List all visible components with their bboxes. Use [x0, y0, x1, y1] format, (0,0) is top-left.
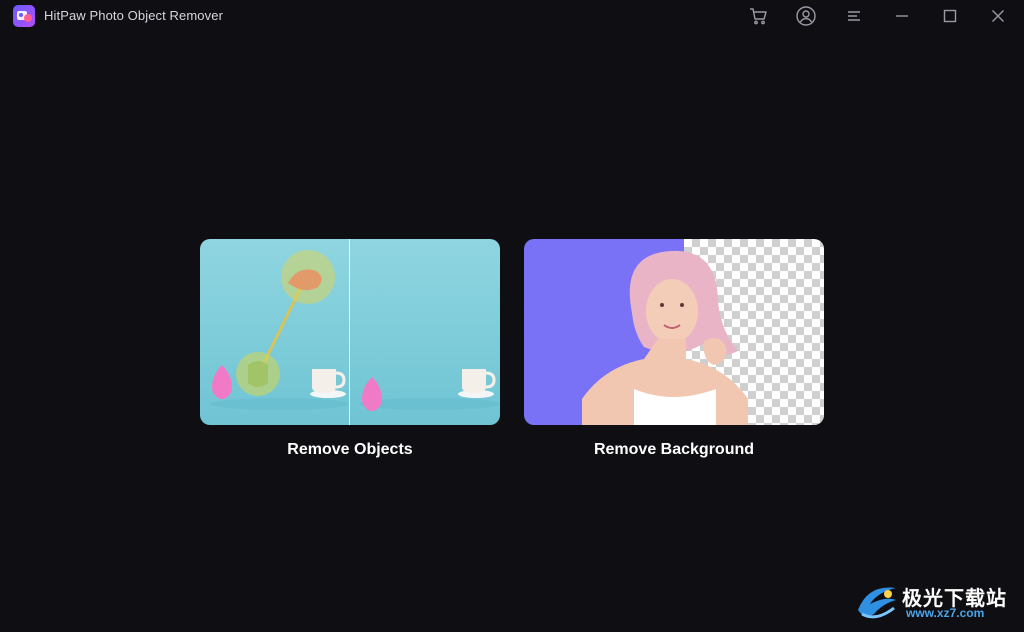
- app-logo-icon: [12, 4, 36, 28]
- remove-objects-preview-image: [200, 239, 500, 425]
- watermark: 极光下载站 www.xz7.com: [854, 580, 1014, 626]
- account-icon[interactable]: [794, 4, 818, 28]
- remove-background-label: Remove Background: [593, 441, 755, 458]
- minimize-icon[interactable]: [890, 4, 914, 28]
- watermark-logo-icon: [858, 587, 896, 619]
- close-icon[interactable]: [986, 4, 1010, 28]
- remove-objects-label: Remove Objects: [287, 441, 413, 458]
- cart-icon[interactable]: [746, 4, 770, 28]
- maximize-icon[interactable]: [938, 4, 962, 28]
- remove-background-preview-image: [524, 239, 824, 425]
- app-title: HitPaw Photo Object Remover: [44, 8, 223, 23]
- remove-objects-card[interactable]: Remove Objects: [200, 239, 500, 459]
- compare-divider: [349, 239, 350, 425]
- title-bar: HitPaw Photo Object Remover: [0, 0, 1024, 32]
- remove-background-card[interactable]: Remove Background: [524, 239, 824, 459]
- menu-icon[interactable]: [842, 4, 866, 28]
- watermark-url: www.xz7.com: [906, 606, 985, 620]
